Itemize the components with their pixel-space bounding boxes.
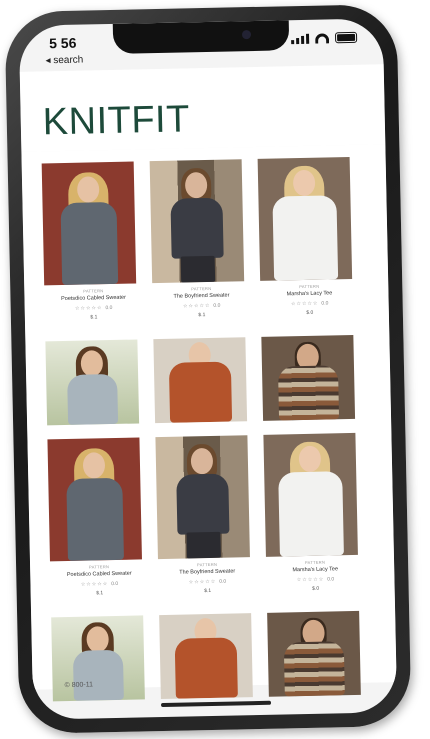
product-card[interactable]: PATTERN The Boyfriend Sweater ☆☆☆☆☆ 0.0 $…: [155, 435, 257, 615]
product-card[interactable]: PATTERN Marsha's Lacy Tee ☆☆☆☆☆ 0.0 $.0: [257, 156, 360, 337]
product-image[interactable]: [153, 337, 248, 424]
product-image[interactable]: [263, 432, 358, 557]
product-grid-area: PATTERN Poetsdico Cabled Sweater ☆☆☆☆☆ 0.…: [21, 144, 397, 702]
product-image[interactable]: [267, 610, 361, 697]
product-name[interactable]: Marsha's Lacy Tee: [266, 566, 364, 574]
app-header: KNITFIT: [19, 64, 386, 152]
signal-icon: [291, 33, 310, 45]
phone-frame: 5 56 ◂ search KNITFIT PATTERN Poetsdico …: [4, 3, 412, 735]
product-rating: ☆☆☆☆☆ 0.0: [188, 578, 227, 586]
product-image[interactable]: [159, 613, 253, 700]
product-name[interactable]: Poetsdico Cabled Sweater: [50, 570, 148, 578]
star-icons: ☆☆☆☆☆: [80, 581, 109, 588]
product-price: $.1: [90, 314, 98, 321]
product-image[interactable]: [47, 437, 142, 562]
star-icons: ☆☆☆☆☆: [182, 302, 211, 310]
product-card[interactable]: [153, 337, 253, 425]
product-card[interactable]: [51, 615, 151, 703]
product-rating: ☆☆☆☆☆ 0.0: [80, 580, 119, 588]
back-to-search-link[interactable]: ◂ search: [45, 55, 83, 67]
product-name[interactable]: The Boyfriend Sweater: [152, 292, 250, 300]
product-category: PATTERN: [88, 564, 110, 570]
product-image[interactable]: [45, 339, 140, 426]
footer-link[interactable]: © 800-11: [65, 681, 94, 689]
product-card[interactable]: [261, 334, 361, 423]
product-category: PATTERN: [299, 283, 320, 290]
battery-icon: [334, 31, 358, 44]
product-name[interactable]: Marsha's Lacy Tee: [260, 290, 358, 298]
product-image[interactable]: [41, 161, 137, 286]
product-rating: ☆☆☆☆☆ 0.0: [296, 576, 335, 584]
product-name[interactable]: The Boyfriend Sweater: [158, 568, 256, 576]
product-card[interactable]: PATTERN The Boyfriend Sweater ☆☆☆☆☆ 0.0 $…: [149, 159, 252, 339]
product-price: $.1: [204, 587, 212, 595]
status-icons: [291, 31, 358, 45]
phone-screen: 5 56 ◂ search KNITFIT PATTERN Poetsdico …: [18, 18, 398, 720]
star-icons: ☆☆☆☆☆: [296, 576, 325, 584]
product-image[interactable]: [257, 156, 353, 281]
knitfit-logo[interactable]: KNITFIT: [42, 98, 190, 144]
product-grid: PATTERN Poetsdico Cabled Sweater ☆☆☆☆☆ 0.…: [41, 156, 389, 715]
product-rating: ☆☆☆☆☆ 0.0: [74, 304, 113, 312]
product-card[interactable]: [159, 613, 259, 701]
status-bar: 5 56: [19, 28, 383, 56]
product-category: PATTERN: [191, 285, 212, 292]
product-image[interactable]: [261, 334, 356, 421]
product-rating: ☆☆☆☆☆ 0.0: [182, 302, 221, 310]
star-icons: ☆☆☆☆☆: [74, 305, 103, 312]
star-icons: ☆☆☆☆☆: [290, 300, 319, 308]
product-card[interactable]: [45, 339, 145, 427]
stage: 5 56 ◂ search KNITFIT PATTERN Poetsdico …: [0, 0, 430, 739]
product-name[interactable]: Poetsdico Cabled Sweater: [44, 294, 142, 302]
product-price: $.0: [306, 309, 314, 316]
product-image[interactable]: [155, 435, 250, 560]
product-image[interactable]: [149, 159, 245, 284]
product-category: PATTERN: [304, 559, 326, 566]
star-icons: ☆☆☆☆☆: [188, 578, 217, 586]
wifi-icon: [314, 32, 330, 44]
product-rating: ☆☆☆☆☆ 0.0: [290, 300, 329, 308]
product-price: $.1: [198, 312, 206, 319]
product-card[interactable]: PATTERN Poetsdico Cabled Sweater ☆☆☆☆☆ 0.…: [41, 161, 144, 341]
product-category: PATTERN: [196, 561, 218, 568]
product-card[interactable]: PATTERN Poetsdico Cabled Sweater ☆☆☆☆☆ 0.…: [47, 437, 149, 617]
product-card[interactable]: PATTERN Marsha's Lacy Tee ☆☆☆☆☆ 0.0 $.0: [263, 432, 365, 613]
product-price: $.0: [312, 585, 320, 592]
status-time: 5 56: [48, 34, 77, 52]
product-category: PATTERN: [83, 288, 104, 294]
product-price: $.1: [96, 590, 104, 597]
product-card[interactable]: [267, 610, 367, 699]
